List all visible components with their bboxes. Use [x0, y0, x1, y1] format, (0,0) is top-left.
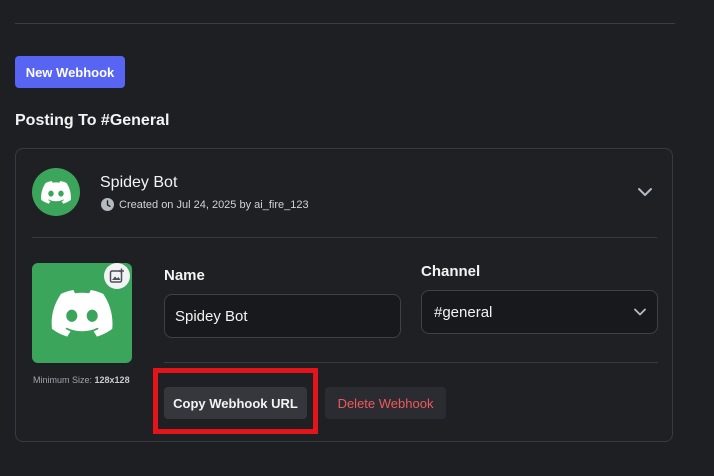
new-webhook-button[interactable]: New Webhook: [15, 56, 125, 88]
copy-webhook-url-button[interactable]: Copy Webhook URL: [164, 387, 307, 419]
delete-webhook-button[interactable]: Delete Webhook: [325, 387, 446, 419]
name-input[interactable]: [164, 294, 401, 338]
webhook-card: Spidey Bot Created on Jul 24, 2025 by ai…: [15, 148, 673, 442]
channel-label: Channel: [421, 263, 481, 280]
min-size-label: Minimum Size:: [33, 375, 93, 385]
add-image-icon[interactable]: [104, 263, 130, 289]
discord-logo-icon: [41, 180, 71, 204]
chevron-down-icon: [634, 308, 646, 316]
min-size-hint: Minimum Size: 128x128: [33, 375, 130, 385]
chevron-down-icon[interactable]: [636, 185, 654, 199]
discord-logo-icon: [51, 289, 113, 337]
top-divider: [15, 23, 675, 24]
name-label: Name: [164, 267, 205, 284]
webhook-card-header[interactable]: Spidey Bot Created on Jul 24, 2025 by ai…: [16, 149, 672, 237]
card-divider: [32, 237, 657, 238]
webhook-name-heading: Spidey Bot: [100, 174, 178, 191]
section-title: Posting To #General: [15, 112, 170, 129]
clock-icon: [101, 198, 114, 211]
min-size-value: 128x128: [94, 375, 130, 385]
channel-select[interactable]: #general: [421, 290, 658, 334]
webhook-created-meta: Created on Jul 24, 2025 by ai_fire_123: [101, 198, 309, 211]
created-text: Created on Jul 24, 2025 by ai_fire_123: [119, 198, 309, 211]
webhook-avatar-small: [32, 168, 80, 216]
channel-value: #general: [434, 304, 493, 321]
form-divider: [164, 362, 658, 363]
